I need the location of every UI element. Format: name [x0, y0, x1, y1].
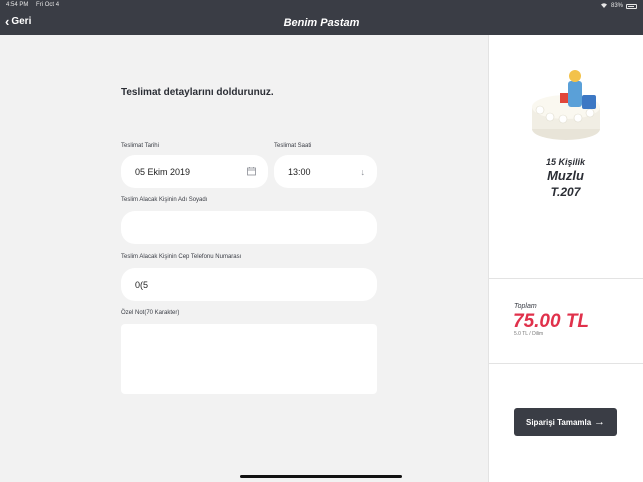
divider-top — [488, 278, 643, 279]
date-field[interactable]: 05 Ekim 2019 — [121, 155, 268, 188]
arrow-right-icon: → — [594, 416, 605, 428]
status-bar-left: 4:54 PM Fri Oct 4 — [6, 2, 59, 8]
divider-bottom — [488, 363, 643, 364]
form-heading: Teslimat detaylarını doldurunuz. — [121, 87, 274, 98]
time-select[interactable]: 13:00 ↓ — [274, 155, 377, 188]
calendar-icon — [247, 166, 256, 177]
time-value: 13:00 — [288, 166, 311, 177]
time-label: Teslimat Saati — [274, 143, 312, 149]
date-value: 05 Ekim 2019 — [135, 166, 191, 177]
status-date: Fri Oct 4 — [36, 2, 60, 8]
total-label: Toplam — [514, 303, 537, 310]
note-textarea[interactable] — [121, 324, 377, 394]
page-title: Benim Pastam — [283, 17, 360, 29]
form-panel — [0, 35, 488, 482]
status-bar-right: 83% — [600, 2, 637, 10]
date-label: Teslimat Tarihi — [121, 143, 159, 149]
home-indicator — [240, 475, 402, 478]
arrow-down-icon: ↓ — [360, 166, 366, 177]
name-input[interactable] — [121, 211, 377, 244]
unit-price: 5.0 TL / Dilim — [514, 331, 544, 337]
phone-label: Teslim Alacak Kişinin Cep Telefonu Numar… — [121, 254, 242, 260]
wifi-icon — [600, 2, 608, 10]
status-time: 4:54 PM — [6, 2, 29, 8]
phone-input[interactable]: 0(5 — [121, 268, 377, 301]
product-servings: 15 Kişilik — [545, 157, 586, 167]
phone-value: 0(5 — [135, 279, 149, 290]
product-code: T.207 — [550, 185, 581, 199]
battery-percent: 83% — [610, 3, 623, 9]
total-price: 75.00 TL — [513, 311, 590, 332]
name-label: Teslim Alacak Kişinin Adı Soyadı — [121, 197, 208, 203]
cake-image — [530, 67, 602, 147]
top-bar: 4:54 PM Fri Oct 4 83% ‹ Geri Benim Pasta… — [0, 0, 643, 35]
note-label: Özel Not(70 Karakter) — [121, 310, 180, 316]
complete-order-label: Siparişi Tamamla — [526, 417, 592, 427]
battery-icon — [626, 3, 637, 9]
product-name: Muzlu — [547, 168, 584, 183]
complete-order-button[interactable]: Siparişi Tamamla → — [514, 408, 617, 436]
